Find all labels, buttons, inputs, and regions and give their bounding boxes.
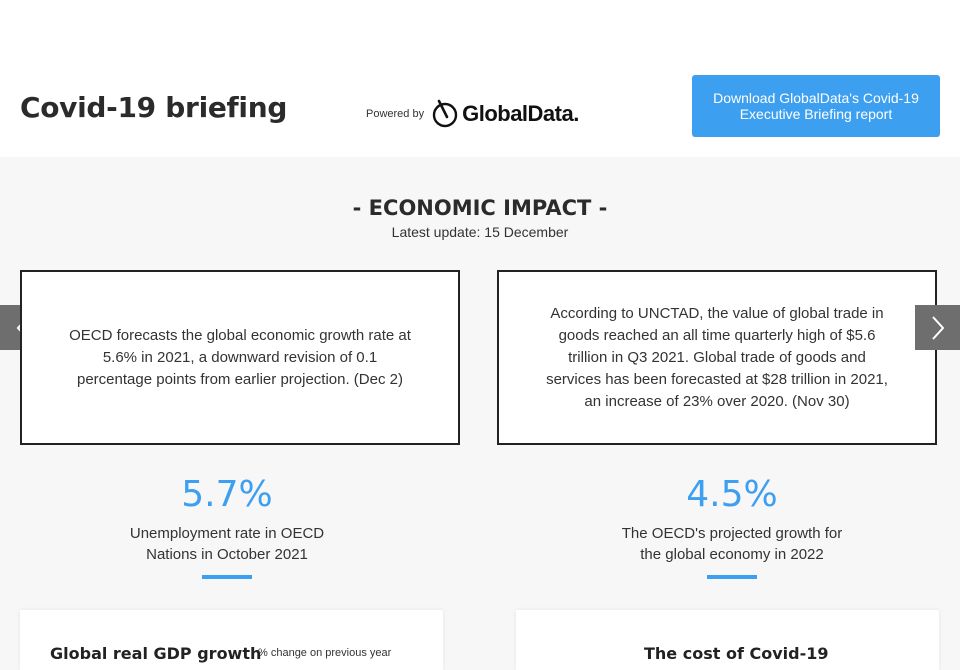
news-card: OECD forecasts the global economic growt…: [20, 270, 460, 445]
stat-value: 4.5%: [686, 474, 778, 515]
news-card-text: OECD forecasts the global economic growt…: [69, 326, 411, 388]
stat-caption: The OECD's projected growth for the glob…: [582, 523, 882, 565]
last-update: Latest update: 15 December: [391, 224, 569, 240]
section-title: - ECONOMIC IMPACT -: [352, 196, 608, 220]
news-card: According to UNCTAD, the value of global…: [497, 270, 937, 445]
brand-wordmark: GlobalData.: [462, 101, 579, 126]
stat-caption-line: Unemployment rate in OECD: [129, 525, 325, 542]
globaldata-logo-icon: [432, 99, 458, 128]
stat-underline: [202, 575, 252, 579]
download-label-line1: Download GlobalData's Covid-19: [713, 90, 919, 106]
panel-title: The cost of Covid-19: [644, 644, 829, 663]
cost-panel: The cost of Covid-19: [516, 610, 939, 670]
chevron-right-icon: [931, 315, 944, 340]
powered-by: Powered by GlobalData.: [366, 99, 579, 129]
site-header: Covid-19 briefing Powered by GlobalData.…: [0, 0, 960, 157]
stat-caption-line: the global economy in 2022: [640, 546, 824, 563]
gdp-growth-panel: Global real GDP growth % change on previ…: [20, 610, 443, 670]
news-card-text: According to UNCTAD, the value of global…: [546, 304, 888, 410]
stat-caption-line: The OECD's projected growth for: [621, 525, 843, 542]
stat-caption: Unemployment rate in OECD Nations in Oct…: [77, 523, 377, 565]
stat-value: 5.7%: [181, 474, 273, 515]
powered-by-label: Powered by: [366, 108, 425, 120]
page-title: Covid-19 briefing: [20, 91, 288, 124]
panel-note: % change on previous year: [258, 647, 392, 659]
carousel-next-button[interactable]: [915, 305, 960, 350]
download-report-button[interactable]: Download GlobalData's Covid-19 Executive…: [692, 75, 940, 137]
stat-caption-line: Nations in October 2021: [146, 546, 308, 563]
panel-title: Global real GDP growth: [50, 644, 262, 663]
download-label-line2: Executive Briefing report: [739, 106, 893, 122]
stat-underline: [707, 575, 757, 579]
